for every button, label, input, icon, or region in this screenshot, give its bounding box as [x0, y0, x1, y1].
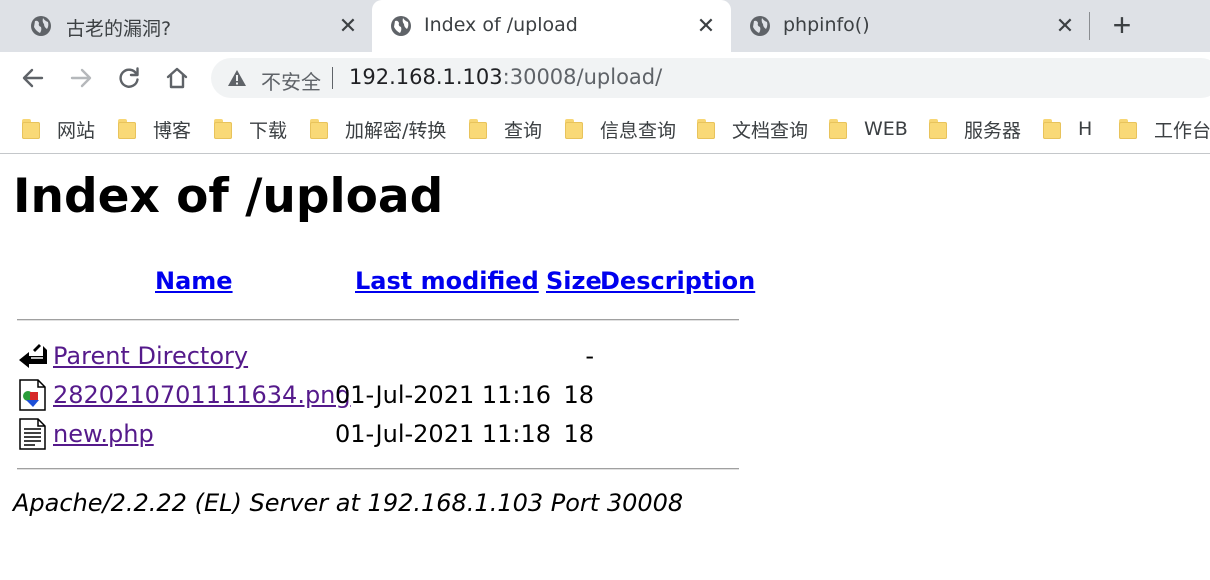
tab-title: 古老的漏洞?	[66, 18, 172, 40]
tab-separator	[1089, 12, 1090, 40]
bookmark-label: 下载	[249, 119, 288, 142]
reload-icon[interactable]	[115, 64, 143, 92]
bookmark-folder-boke[interactable]: 博客	[118, 114, 191, 144]
folder-icon	[1043, 119, 1061, 139]
bookmark-label: H	[1078, 118, 1093, 140]
page-title: Index of /upload	[13, 169, 444, 224]
column-header-last-modified[interactable]: Last modified	[355, 267, 539, 295]
tab-strip: 古老的漏洞? ✕ Index of /upload ✕ phpinfo() ✕ …	[0, 0, 1210, 52]
folder-icon	[697, 119, 715, 139]
back-arrow-icon[interactable]	[19, 64, 47, 92]
table-row: Parent Directory -	[17, 340, 739, 374]
bookmark-label: 网站	[57, 119, 96, 142]
folder-icon	[22, 119, 40, 139]
bookmark-label: 博客	[153, 119, 192, 142]
globe-icon	[31, 16, 51, 36]
bookmark-label: 信息查询	[600, 119, 677, 142]
bookmark-label: 查询	[504, 119, 543, 142]
warning-icon[interactable]	[227, 69, 247, 87]
column-header-description[interactable]: Description	[600, 267, 755, 295]
tab-gulao[interactable]: 古老的漏洞? ✕	[0, 0, 372, 52]
bookmark-label: 加解密/转换	[345, 119, 447, 142]
bookmark-folder-crypto[interactable]: 加解密/转换	[310, 114, 446, 144]
image-file-icon	[19, 379, 46, 411]
folder-icon	[469, 119, 487, 139]
browser-toolbar: 不安全 192.168.1.103:30008/upload/	[0, 52, 1210, 104]
folder-icon	[565, 119, 583, 139]
tab-phpinfo[interactable]: phpinfo() ✕	[731, 0, 1091, 52]
folder-icon	[1119, 119, 1137, 139]
bookmark-folder-web[interactable]: WEB	[829, 114, 908, 144]
tab-title: phpinfo()	[783, 14, 870, 36]
folder-icon	[929, 119, 947, 139]
bookmark-folder-wangzhan[interactable]: 网站	[22, 114, 95, 144]
folder-icon	[310, 119, 328, 139]
bookmark-folder-h[interactable]: H	[1043, 114, 1092, 144]
bookmark-label: 文档查询	[732, 119, 809, 142]
close-icon[interactable]: ✕	[336, 14, 360, 38]
globe-icon	[391, 16, 411, 36]
close-icon[interactable]: ✕	[694, 14, 718, 38]
file-date: 01-Jul-2021 11:18	[335, 420, 552, 448]
omnibox-divider	[332, 67, 333, 89]
bookmark-label: 服务器	[964, 119, 1022, 142]
page-content: Index of /upload Name Last modified Size…	[0, 155, 1210, 580]
column-header-name[interactable]: Name	[155, 267, 233, 295]
bookmark-label: WEB	[864, 118, 908, 140]
address-bar[interactable]: 不安全 192.168.1.103:30008/upload/	[211, 58, 1210, 98]
divider	[17, 319, 739, 321]
bookmark-label: 工作台	[1154, 119, 1210, 142]
bookmark-folder-workbench[interactable]: 工作台	[1119, 114, 1210, 144]
table-row: new.php 01-Jul-2021 11:18 18	[17, 418, 739, 452]
file-link[interactable]: new.php	[53, 420, 154, 448]
bookmark-folder-chaxun[interactable]: 查询	[469, 114, 542, 144]
url-text[interactable]: 192.168.1.103:30008/upload/	[349, 65, 662, 89]
file-size: 18	[563, 420, 594, 448]
folder-icon	[118, 119, 136, 139]
file-date: 01-Jul-2021 11:16	[335, 381, 552, 409]
url-host: 192.168.1.103	[349, 65, 503, 89]
divider	[17, 468, 739, 470]
folder-icon	[214, 119, 232, 139]
tab-index-upload[interactable]: Index of /upload ✕	[372, 0, 731, 52]
table-row: 2820210701111634.png 01-Jul-2021 11:16 1…	[17, 379, 739, 413]
bookmark-folder-wendang[interactable]: 文档查询	[697, 114, 808, 144]
bookmark-folder-xinxi[interactable]: 信息查询	[565, 114, 676, 144]
home-icon[interactable]	[163, 64, 191, 92]
close-icon[interactable]: ✕	[1053, 14, 1077, 38]
file-link[interactable]: Parent Directory	[53, 342, 248, 370]
server-signature: Apache/2.2.22 (EL) Server at 192.168.1.1…	[13, 489, 684, 517]
bookmark-folder-server[interactable]: 服务器	[929, 114, 1021, 144]
column-header-size[interactable]: Size	[546, 267, 602, 295]
text-file-icon	[19, 418, 46, 450]
globe-icon	[750, 16, 770, 36]
file-size: -	[585, 342, 594, 370]
back-icon	[19, 344, 47, 368]
file-size: 18	[563, 381, 594, 409]
file-link[interactable]: 2820210701111634.png	[53, 381, 351, 409]
folder-icon	[829, 119, 847, 139]
url-path: :30008/upload/	[502, 65, 663, 89]
bookmark-folder-xiazai[interactable]: 下载	[214, 114, 287, 144]
tab-title: Index of /upload	[424, 14, 578, 36]
security-label[interactable]: 不安全	[261, 66, 321, 95]
bookmarks-bar: 网站 博客 下载 加解密/转换 查询 信息查询 文档查询 WEB 服务器 H 工…	[0, 104, 1210, 154]
new-tab-button[interactable]: +	[1108, 9, 1136, 41]
forward-arrow-icon[interactable]	[67, 64, 95, 92]
